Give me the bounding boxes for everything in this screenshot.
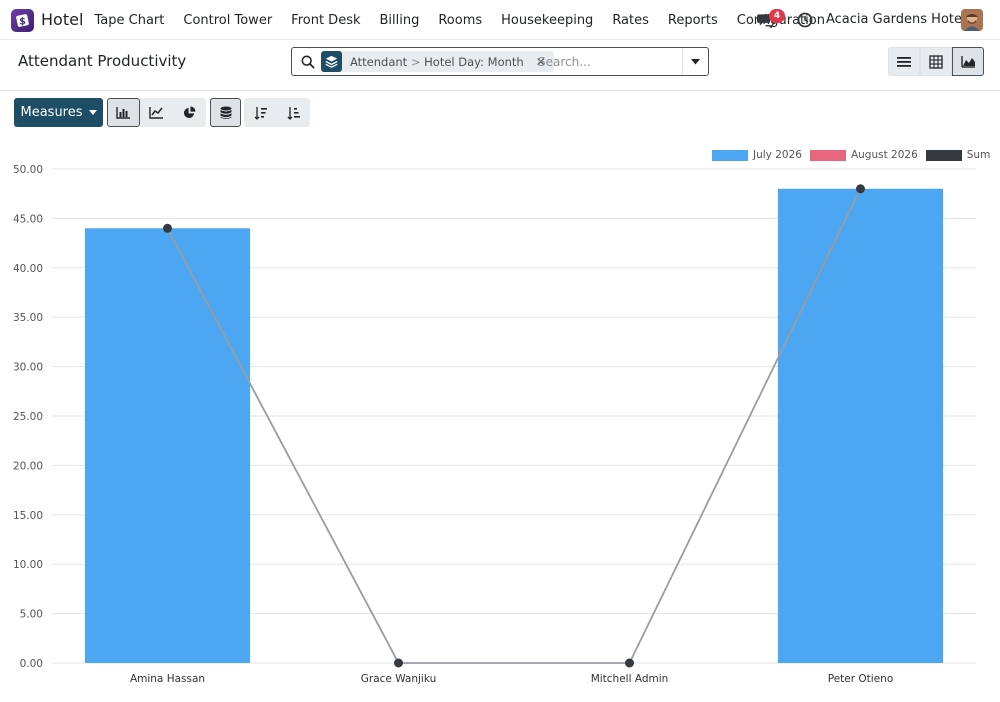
stacked-button[interactable] — [210, 98, 241, 127]
measures-label: Measures — [20, 105, 83, 120]
menu-tape-chart[interactable]: Tape Chart — [85, 13, 174, 28]
search-bar[interactable]: Attendant > Hotel Day: Month ✕ — [291, 47, 709, 76]
sort-ascending-icon — [287, 106, 300, 120]
measures-dropdown[interactable]: Measures — [14, 98, 103, 127]
app-name[interactable]: Hotel — [41, 10, 83, 29]
search-icon[interactable] — [301, 55, 315, 69]
facet-label: Attendant > Hotel Day: Month — [350, 54, 524, 69]
attendant-productivity-chart: 0.00 5.00 10.00 15.00 20.00 25.00 30.00 35.00 40… — [13, 164, 976, 685]
sum-point — [856, 184, 865, 194]
user-avatar[interactable] — [961, 9, 983, 31]
notification-badge: 4 — [769, 9, 785, 23]
hotel-app-icon[interactable]: $ — [11, 9, 34, 32]
list-view-button[interactable] — [888, 47, 920, 76]
x-tick-label: Peter Otieno — [828, 673, 894, 685]
list-icon — [897, 56, 911, 67]
menu-control-tower[interactable]: Control Tower — [174, 13, 282, 28]
chart-type-group — [107, 98, 206, 127]
search-input[interactable] — [538, 52, 678, 72]
y-tick-label: 45.00 — [13, 213, 43, 225]
y-tick-label: 35.00 — [13, 312, 43, 324]
bar-chart-button[interactable] — [107, 98, 140, 127]
company-switcher[interactable]: Acacia Gardens Hotel — [826, 12, 966, 27]
top-navbar: $ Hotel Tape Chart Control Tower Front D… — [0, 0, 1000, 40]
caret-down-icon — [691, 58, 700, 64]
menu-housekeeping[interactable]: Housekeeping — [492, 13, 603, 28]
layers-icon — [321, 51, 342, 72]
pie-chart-button[interactable] — [173, 98, 206, 127]
user-avatar-image — [961, 9, 983, 31]
chart-bars — [84, 188, 944, 663]
line-chart-button[interactable] — [140, 98, 173, 127]
chart-sum-line — [163, 184, 865, 668]
database-icon — [220, 106, 231, 119]
sum-line — [166, 188, 862, 664]
stacked-toggle-group — [210, 98, 241, 127]
dollar-icon: $ — [16, 14, 29, 27]
y-tick-label: 10.00 — [13, 559, 43, 571]
bar-0-3 — [777, 188, 944, 663]
x-tick-label: Amina Hassan — [130, 673, 205, 685]
svg-text:$: $ — [19, 16, 26, 27]
sum-point — [163, 223, 172, 233]
sort-group — [244, 98, 310, 127]
search-options-toggle[interactable] — [682, 48, 708, 75]
y-tick-label: 25.00 — [13, 411, 43, 423]
y-tick-label: 0.00 — [20, 658, 43, 670]
search-facet: Attendant > Hotel Day: Month ✕ — [321, 51, 554, 72]
y-tick-label: 40.00 — [13, 263, 43, 275]
sort-descending-icon — [254, 106, 267, 120]
y-tick-label: 5.00 — [20, 609, 43, 621]
clock-icon[interactable] — [797, 12, 813, 28]
bar-0-0 — [84, 228, 251, 663]
pie-chart-icon — [183, 106, 196, 119]
line-chart-icon — [149, 107, 163, 119]
bar-chart-icon — [116, 107, 130, 119]
pivot-view-button[interactable] — [920, 47, 952, 76]
sort-ascending-button[interactable] — [277, 98, 310, 127]
sum-point — [625, 658, 634, 668]
menu-billing[interactable]: Billing — [370, 13, 429, 28]
y-tick-label: 30.00 — [13, 362, 43, 374]
control-panel: Attendant Productivity Attendant > Hotel… — [0, 40, 1000, 91]
y-tick-label: 50.00 — [13, 164, 43, 176]
graph-view-button[interactable] — [952, 47, 984, 76]
view-switcher — [888, 47, 984, 76]
y-tick-label: 20.00 — [13, 460, 43, 472]
main-menu: Tape Chart Control Tower Front Desk Bill… — [85, 0, 834, 40]
sort-descending-button[interactable] — [244, 98, 277, 127]
area-chart-icon — [960, 56, 975, 68]
sum-point — [394, 658, 403, 668]
menu-rates[interactable]: Rates — [603, 13, 659, 28]
y-tick-label: 15.00 — [13, 510, 43, 522]
caret-down-icon — [88, 110, 97, 115]
menu-reports[interactable]: Reports — [658, 13, 727, 28]
page-title: Attendant Productivity — [18, 52, 187, 70]
menu-front-desk[interactable]: Front Desk — [282, 13, 370, 28]
x-tick-label: Mitchell Admin — [591, 673, 669, 685]
menu-rooms[interactable]: Rooms — [429, 13, 492, 28]
x-tick-label: Grace Wanjiku — [361, 673, 437, 685]
table-icon — [929, 54, 943, 69]
